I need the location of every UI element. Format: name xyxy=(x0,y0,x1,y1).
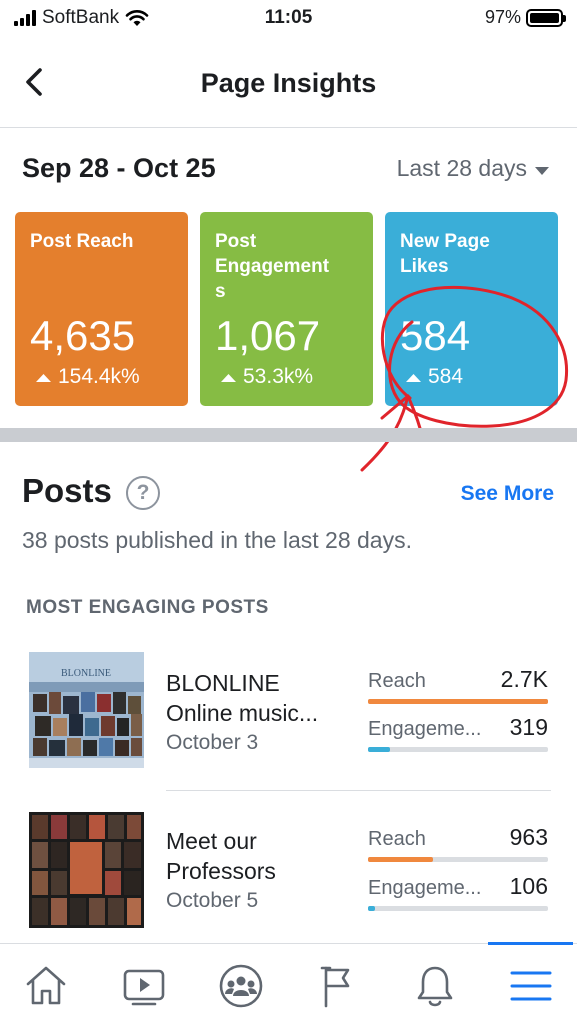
reach-bar-fill xyxy=(368,857,433,862)
date-range: Sep 28 - Oct 25 xyxy=(22,153,216,183)
metric-delta-value: 154.4k% xyxy=(58,365,140,388)
post-thumbnail[interactable]: BLONLINE xyxy=(29,652,144,768)
up-arrow-icon xyxy=(221,373,236,382)
reach-value: 2.7K xyxy=(500,666,548,692)
posts-heading: Posts xyxy=(22,472,112,509)
bottom-tab-bar xyxy=(0,942,577,1024)
reach-stat: Reach 2.7K xyxy=(368,666,548,704)
battery-icon xyxy=(526,8,566,27)
engagement-bar-fill xyxy=(368,747,390,752)
caret-down-icon xyxy=(535,166,549,175)
post-row[interactable]: BLONLINE BLONLINE Online music... Octobe… xyxy=(0,652,577,802)
section-divider xyxy=(0,428,577,442)
post-row[interactable]: Meet our Professors October 5 Reach 963 … xyxy=(0,812,577,962)
most-engaging-label: MOST ENGAGING POSTS xyxy=(26,597,269,618)
reach-stat: Reach 963 xyxy=(368,824,548,862)
engagement-bar xyxy=(368,906,548,911)
engagement-label: Engageme... xyxy=(368,877,482,899)
thumb-brand-text: BLONLINE xyxy=(61,668,111,679)
groups-icon[interactable] xyxy=(217,962,265,1010)
status-bar: SoftBank 11:05 97% xyxy=(0,0,577,40)
metric-label: Post Engagement s xyxy=(215,231,330,302)
pages-flag-icon[interactable] xyxy=(314,962,362,1010)
post-title-line: Meet our xyxy=(166,828,257,854)
engagement-bar-fill xyxy=(368,906,376,911)
period-label: Last 28 days xyxy=(396,155,527,181)
help-icon[interactable]: ? xyxy=(126,476,160,510)
metric-value: 1,067 xyxy=(215,312,321,359)
post-title-line: Online music... xyxy=(166,700,319,726)
reach-value: 963 xyxy=(509,824,548,850)
post-engagement-card[interactable]: Post Engagement s 1,067 53.3k% xyxy=(200,212,373,406)
status-right: 97% xyxy=(484,7,566,28)
reach-label: Reach xyxy=(368,670,426,692)
metric-delta: 53.3k% xyxy=(220,365,313,389)
header: Page Insights xyxy=(0,40,577,128)
reach-bar xyxy=(368,857,548,862)
post-date: October 3 xyxy=(166,731,259,754)
engagement-label: Engageme... xyxy=(368,718,482,740)
post-reach-card[interactable]: Post Reach 4,635 154.4k% xyxy=(15,212,188,406)
reach-label: Reach xyxy=(368,828,426,850)
row-divider xyxy=(166,790,551,791)
active-tab-indicator xyxy=(488,942,573,945)
battery-percentage: 97% xyxy=(484,7,521,27)
red-circle-annotation xyxy=(360,285,569,472)
engagement-stat: Engageme... 106 xyxy=(368,873,548,911)
menu-icon[interactable] xyxy=(507,962,555,1010)
reach-bar-fill xyxy=(368,699,548,704)
post-info[interactable]: BLONLINE Online music... October 3 xyxy=(166,668,352,755)
up-arrow-icon xyxy=(36,373,51,382)
post-thumbnail[interactable] xyxy=(29,812,144,928)
metric-delta: 154.4k% xyxy=(35,365,140,389)
post-title-line: BLONLINE xyxy=(166,670,280,696)
video-icon[interactable] xyxy=(120,962,168,1010)
home-icon[interactable] xyxy=(22,962,70,1010)
metric-delta-value: 53.3k% xyxy=(243,365,314,388)
see-more-link[interactable]: See More xyxy=(461,482,554,506)
notifications-bell-icon[interactable] xyxy=(411,962,459,1010)
page-title: Page Insights xyxy=(200,68,377,98)
post-info[interactable]: Meet our Professors October 5 xyxy=(166,826,352,913)
metric-value: 4,635 xyxy=(30,312,136,359)
posts-subtitle: 38 posts published in the last 28 days. xyxy=(22,527,412,553)
engagement-bar xyxy=(368,747,548,752)
engagement-value: 106 xyxy=(509,873,548,899)
engagement-stat: Engageme... 319 xyxy=(368,714,548,752)
period-dropdown[interactable]: Last 28 days xyxy=(397,155,549,182)
post-title-line: Professors xyxy=(166,858,276,884)
reach-bar xyxy=(368,699,548,704)
post-date: October 5 xyxy=(166,889,259,912)
engagement-value: 319 xyxy=(509,714,548,740)
metric-label: Post Reach xyxy=(30,231,134,252)
